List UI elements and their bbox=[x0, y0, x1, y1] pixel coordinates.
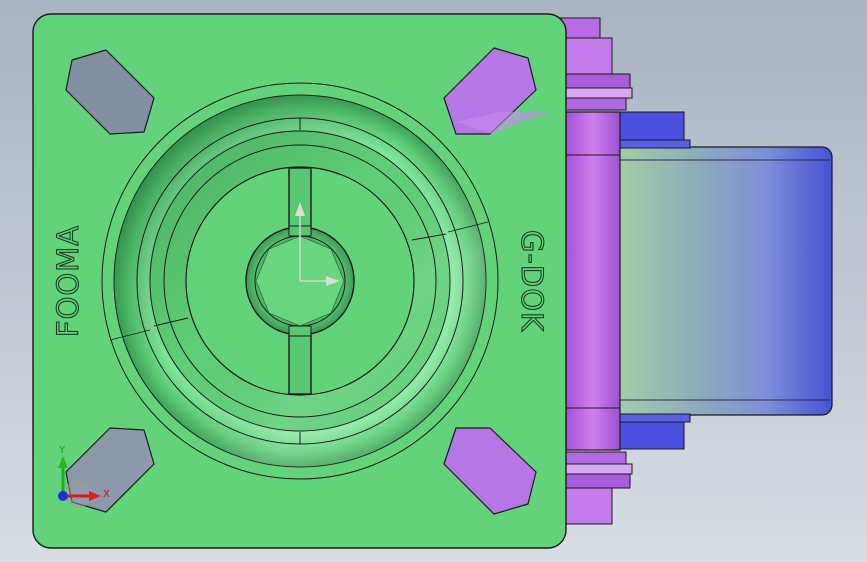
engraving-right: G-DOK bbox=[515, 230, 549, 332]
cad-viewport[interactable]: FOOMA G-DOK X Y bbox=[0, 0, 867, 562]
axle-block-bottom bbox=[611, 420, 685, 450]
axle-block-top bbox=[611, 111, 685, 141]
triad-z-axis bbox=[58, 491, 68, 501]
mounting-plate: FOOMA G-DOK bbox=[32, 13, 567, 549]
triad-y-label: Y bbox=[58, 445, 66, 456]
kingpin-nut-bottom bbox=[565, 451, 633, 525]
triad-x-label: X bbox=[103, 489, 110, 500]
kingpin-nut-top bbox=[559, 17, 633, 111]
engraving-left: FOOMA bbox=[51, 225, 85, 337]
wheel bbox=[611, 146, 833, 416]
fork-body bbox=[565, 111, 621, 451]
triad-origin-shadow bbox=[64, 480, 92, 508]
